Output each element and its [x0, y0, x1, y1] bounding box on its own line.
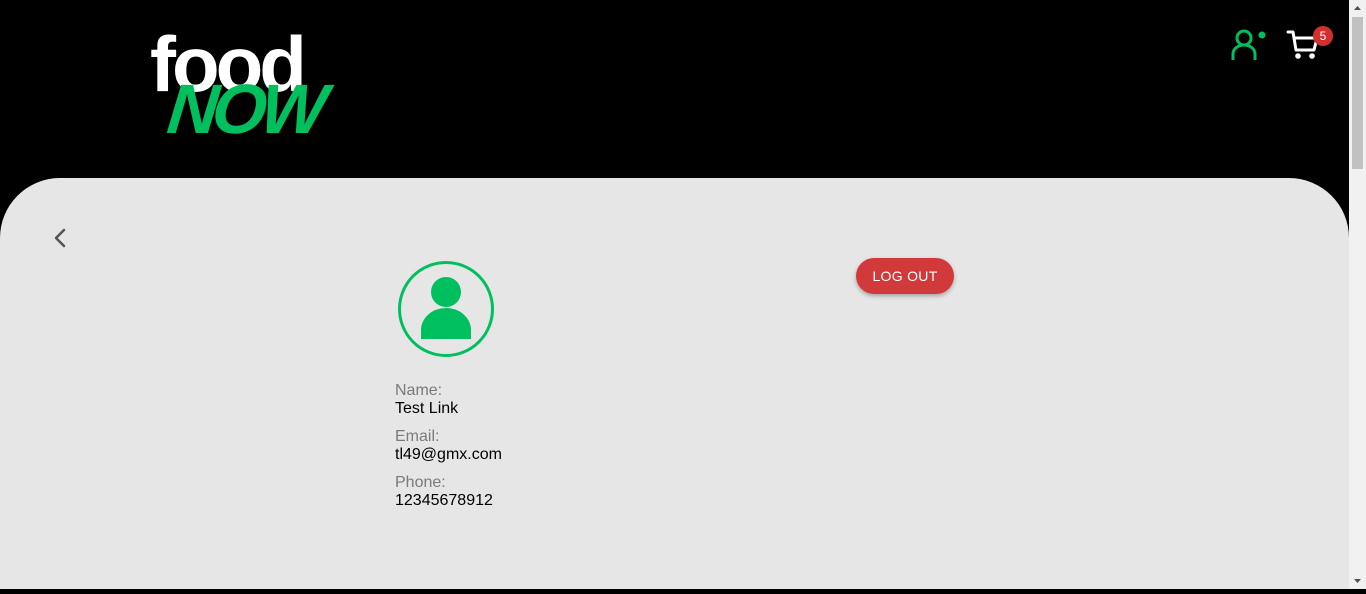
email-value: tl49@gmx.com [395, 446, 502, 463]
header: food NOW 5 [0, 0, 1349, 178]
profile-info: Name: Test Link Email: tl49@gmx.com Phon… [395, 382, 695, 520]
user-icon[interactable] [1228, 28, 1268, 64]
page: food NOW 5 Name: Test Link Email: tl49@g… [0, 0, 1349, 589]
chevron-left-icon [54, 228, 66, 248]
scroll-up-arrow-icon[interactable] [1349, 0, 1366, 17]
cart-count-badge: 5 [1313, 26, 1333, 46]
person-icon [421, 277, 471, 339]
phone-value: 12345678912 [395, 492, 493, 509]
back-button[interactable] [46, 222, 74, 254]
scroll-down-arrow-icon[interactable] [1349, 572, 1366, 589]
profile-content: Name: Test Link Email: tl49@gmx.com Phon… [0, 178, 1349, 589]
name-value: Test Link [395, 400, 459, 417]
name-label: Name: [395, 382, 443, 399]
scroll-thumb[interactable] [1352, 17, 1363, 169]
email-label: Email: [395, 428, 440, 445]
logo-now-text: NOW [163, 70, 326, 148]
avatar [398, 261, 494, 357]
phone-label: Phone: [395, 474, 446, 491]
logo[interactable]: food NOW [150, 25, 350, 148]
logout-button[interactable]: LOG OUT [856, 258, 954, 294]
scrollbar[interactable] [1349, 0, 1366, 589]
